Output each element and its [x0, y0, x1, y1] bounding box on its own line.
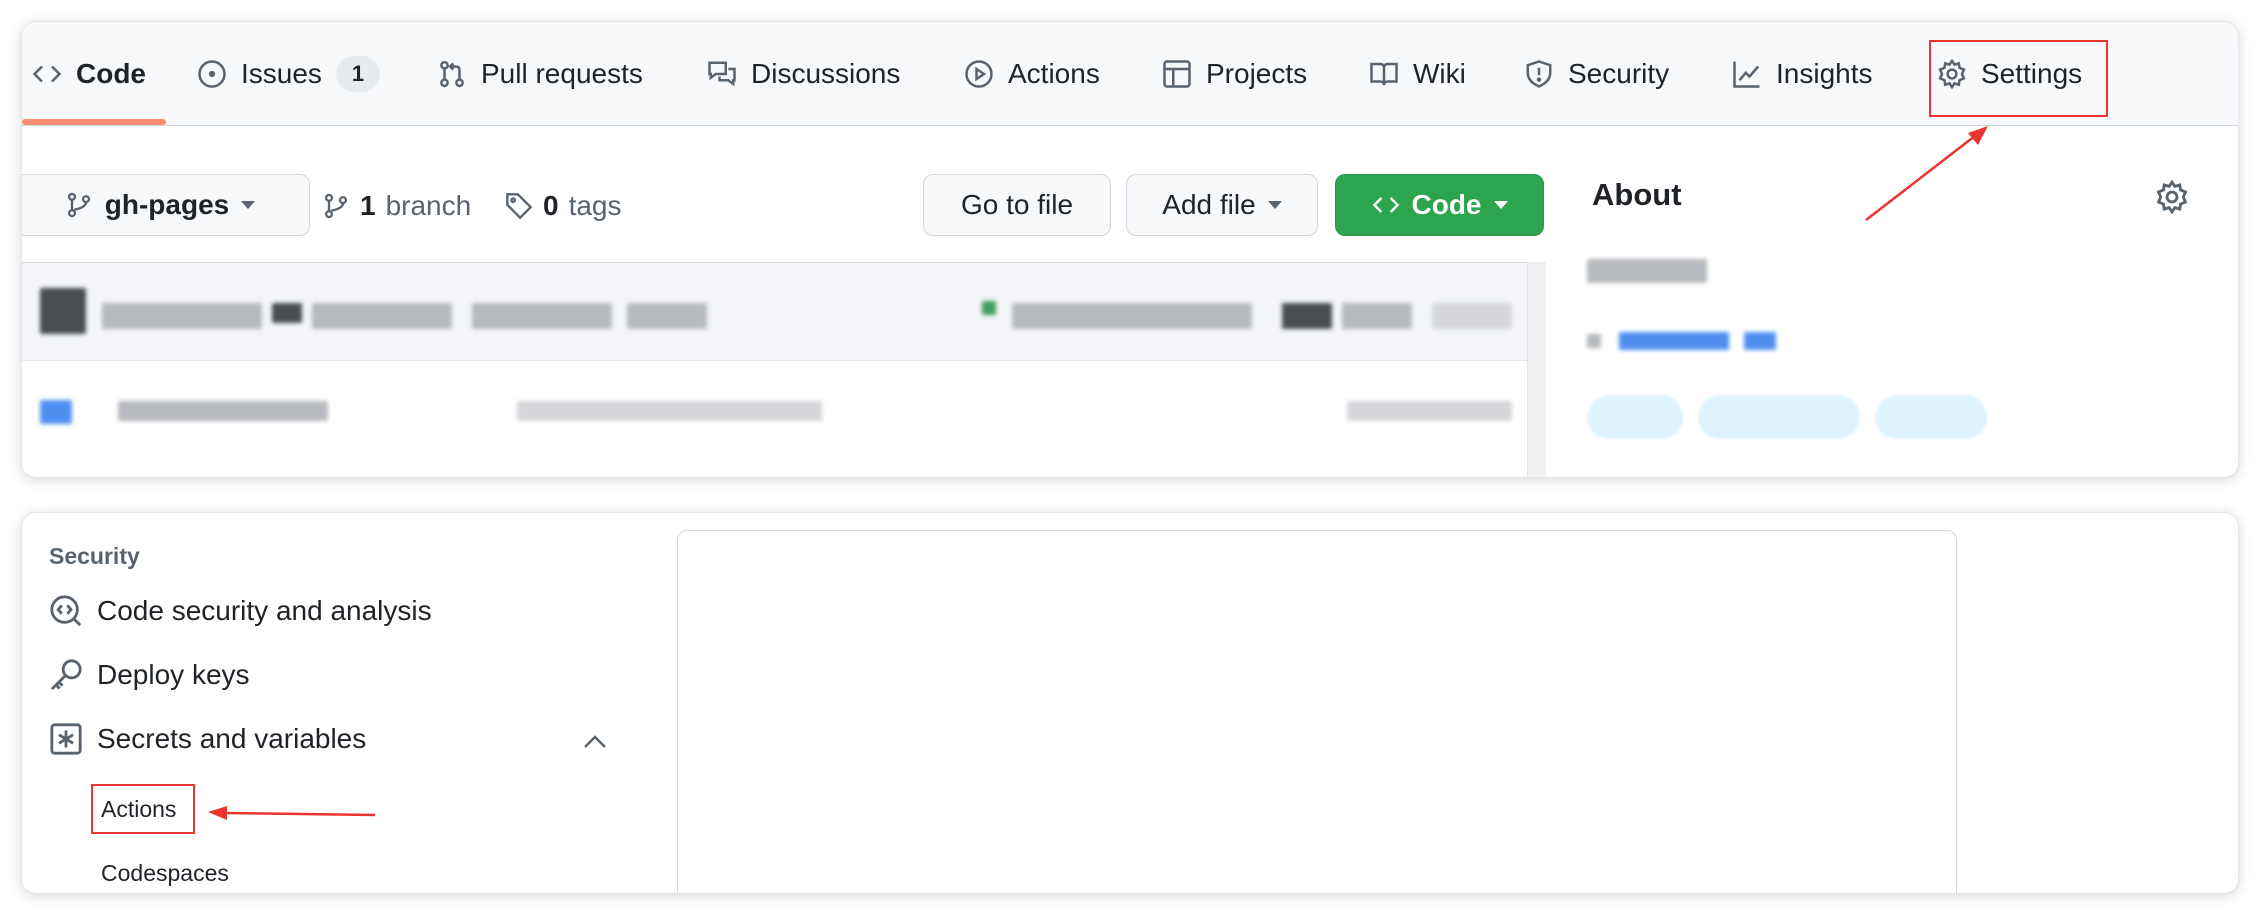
- codescan-icon: [50, 595, 82, 627]
- annotation-arrow: [208, 806, 376, 820]
- sidebar-item-deploy-keys[interactable]: Deploy keys: [49, 658, 250, 692]
- tags-link[interactable]: 0 tags: [505, 190, 622, 222]
- chevron-down-icon: [1267, 201, 1282, 209]
- sidebar-subitem-codespaces[interactable]: Codespaces: [101, 860, 229, 887]
- tab-wiki-label: Wiki: [1413, 57, 1466, 89]
- gear-icon[interactable]: [2155, 180, 2189, 214]
- branches-link[interactable]: 1 branch: [322, 190, 471, 222]
- comment-discussion-icon: [708, 61, 736, 86]
- add-file-button[interactable]: Add file: [1126, 174, 1318, 236]
- sidebar-item-label: Code security and analysis: [97, 595, 432, 626]
- issue-opened-icon: [198, 59, 226, 88]
- branches-word: branch: [385, 190, 472, 221]
- settings-content-panel: [677, 530, 1957, 893]
- redacted-text[interactable]: [517, 401, 822, 421]
- scrollbar[interactable]: [1527, 262, 1546, 477]
- play-icon: [965, 59, 993, 88]
- redacted-text: [472, 303, 612, 329]
- asterisk-icon: [50, 723, 82, 755]
- redacted-text: [272, 303, 302, 323]
- settings-page-card: Security Code security and analysis Depl…: [22, 513, 2238, 893]
- tags-count: 0: [543, 190, 559, 221]
- topic-tag[interactable]: [1587, 395, 1683, 439]
- topic-tag[interactable]: [1698, 395, 1860, 439]
- git-branch-icon: [67, 192, 90, 218]
- shield-icon: [1526, 59, 1552, 88]
- tab-discussions-label: Discussions: [751, 57, 901, 89]
- tab-code-label: Code: [76, 57, 146, 89]
- go-to-file-label: Go to file: [960, 189, 1074, 220]
- sidebar-item-secrets-variables[interactable]: Secrets and variables: [49, 722, 366, 756]
- tab-pull-requests[interactable]: Pull requests: [437, 22, 643, 125]
- file-list: [22, 262, 1527, 477]
- chevron-down-icon: [1493, 201, 1508, 209]
- annotation-actions-highlight: [91, 784, 195, 834]
- tab-insights[interactable]: Insights: [1732, 22, 1873, 125]
- add-file-label: Add file: [1162, 189, 1256, 220]
- selected-tab-underline: [22, 119, 166, 125]
- about-heading: About: [1592, 177, 1682, 212]
- tab-security[interactable]: Security: [1524, 22, 1669, 125]
- branch-select-button[interactable]: gh-pages: [22, 174, 310, 236]
- book-icon: [1370, 62, 1398, 85]
- topic-tag[interactable]: [1875, 395, 1987, 439]
- tag-icon: [506, 193, 533, 220]
- git-branch-icon: [324, 193, 348, 219]
- branches-count: 1: [360, 190, 376, 221]
- redacted-link[interactable]: [1744, 332, 1776, 350]
- link-icon: [1587, 334, 1601, 348]
- tab-issues[interactable]: Issues 1: [197, 22, 380, 125]
- tab-projects-label: Projects: [1206, 57, 1308, 89]
- code-button-label: Code: [1411, 189, 1482, 220]
- table-icon: [1163, 59, 1191, 88]
- tab-code[interactable]: Code: [32, 22, 146, 125]
- redacted-link[interactable]: [1619, 332, 1729, 350]
- redacted-text: [1432, 303, 1512, 329]
- redacted-text: [1282, 303, 1332, 329]
- repository-page-card: Code Issues 1 Pull requests Discussions …: [22, 22, 2238, 477]
- issues-count-badge: 1: [335, 55, 380, 92]
- branch-name: gh-pages: [104, 189, 230, 220]
- redacted-text: [1012, 303, 1252, 329]
- go-to-file-button[interactable]: Go to file: [923, 174, 1111, 236]
- tab-actions[interactable]: Actions: [964, 22, 1100, 125]
- latest-commit-row[interactable]: [22, 263, 1527, 361]
- tab-security-label: Security: [1568, 57, 1670, 89]
- redacted-text: [1342, 303, 1412, 329]
- tab-actions-label: Actions: [1008, 57, 1100, 89]
- redacted-text: [102, 303, 262, 329]
- sidebar-section-heading: Security: [49, 543, 140, 569]
- annotation-arrow: [1865, 126, 1988, 221]
- git-pull-request-icon: [440, 60, 464, 87]
- code-dropdown-button[interactable]: Code: [1335, 174, 1544, 236]
- tab-pull-requests-label: Pull requests: [481, 57, 643, 89]
- repo-nav: Code Issues 1 Pull requests Discussions …: [22, 22, 2238, 126]
- chevron-down-icon: [241, 201, 256, 209]
- tags-word: tags: [568, 190, 622, 221]
- code-icon: [32, 65, 62, 82]
- key-icon: [50, 659, 82, 691]
- tab-issues-label: Issues: [241, 57, 322, 89]
- code-icon: [1372, 197, 1399, 213]
- redacted-text: [1347, 401, 1512, 421]
- annotation-settings-highlight: [1929, 40, 2108, 117]
- sidebar-item-code-security[interactable]: Code security and analysis: [49, 594, 432, 628]
- sidebar-item-label: Secrets and variables: [97, 723, 367, 754]
- avatar[interactable]: [40, 288, 86, 334]
- tab-discussions[interactable]: Discussions: [707, 22, 900, 125]
- redacted-description: [1587, 259, 1707, 283]
- tab-insights-label: Insights: [1776, 57, 1873, 89]
- tab-wiki[interactable]: Wiki: [1369, 22, 1466, 125]
- tab-projects[interactable]: Projects: [1162, 22, 1307, 125]
- graph-icon: [1733, 61, 1760, 88]
- redacted-text[interactable]: [118, 401, 328, 421]
- status-check-icon[interactable]: [982, 301, 996, 315]
- sidebar-item-label: Deploy keys: [97, 659, 250, 690]
- chevron-up-icon[interactable]: [582, 732, 608, 752]
- redacted-text: [627, 303, 707, 329]
- folder-icon: [40, 400, 72, 424]
- redacted-text: [312, 303, 452, 329]
